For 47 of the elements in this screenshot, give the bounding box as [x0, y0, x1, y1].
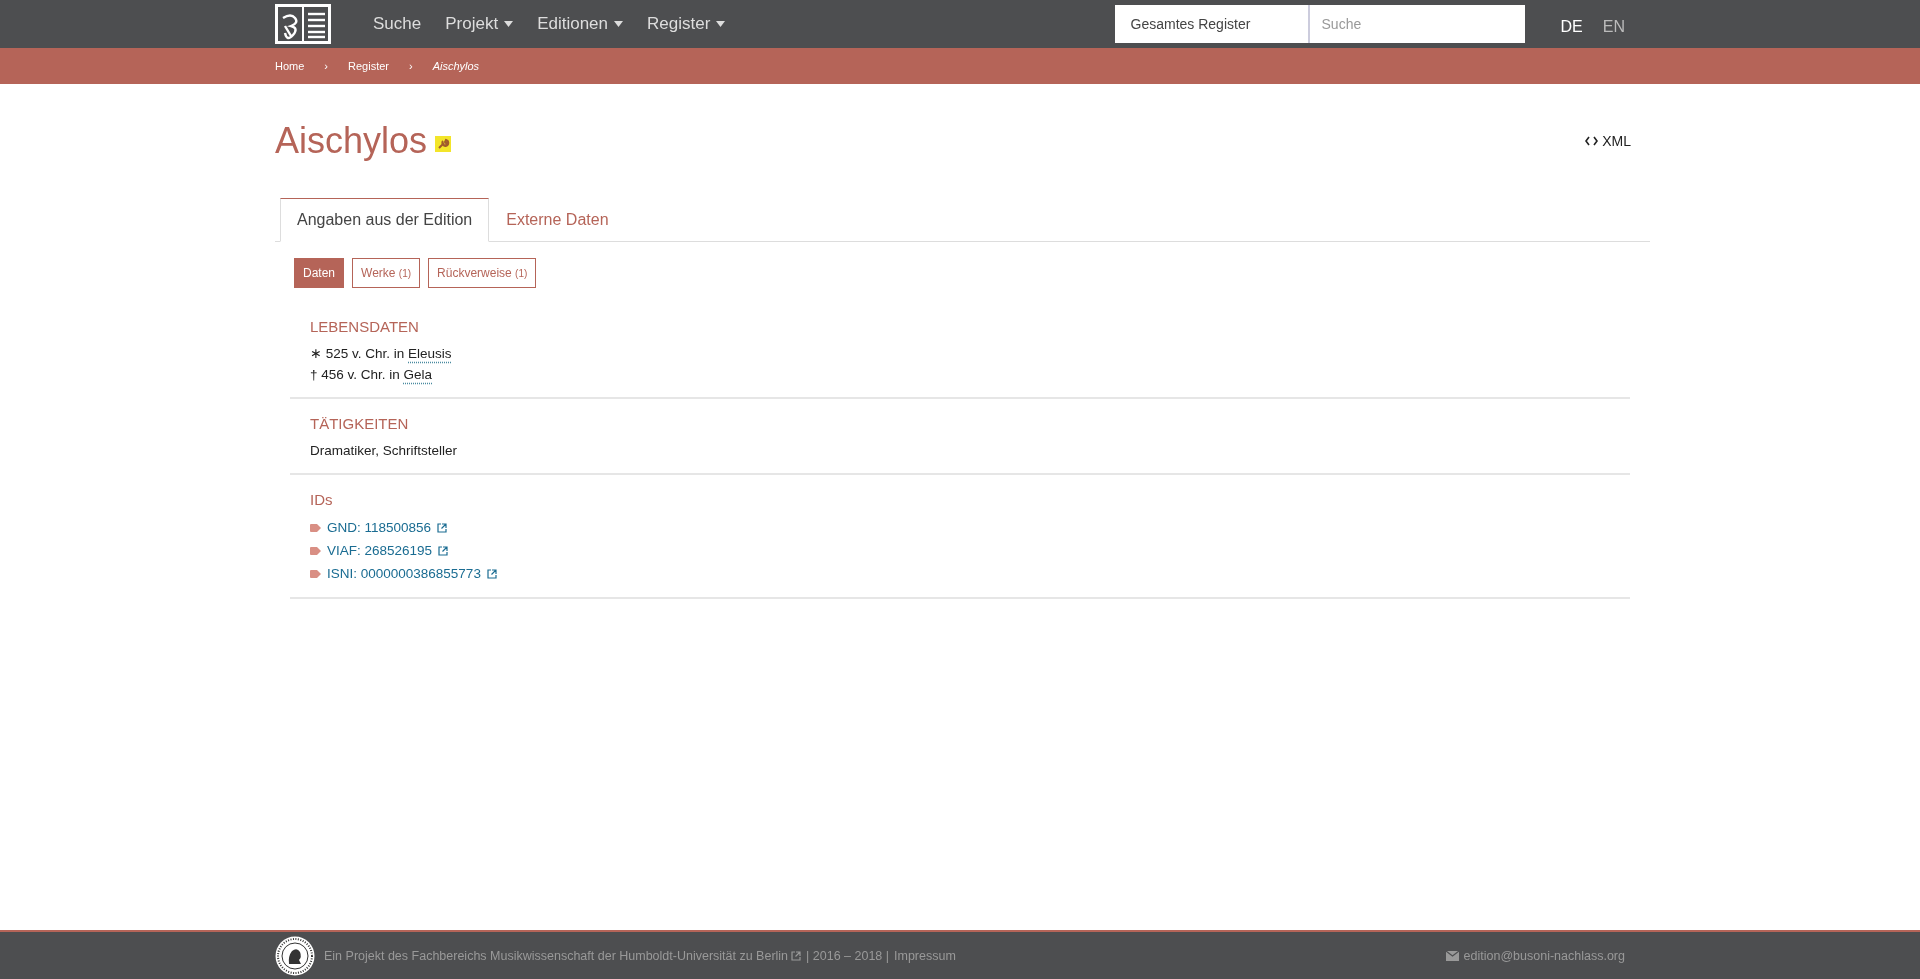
external-link-icon [437, 522, 448, 533]
scope-select[interactable]: Gesamtes Register [1114, 5, 1310, 43]
page-title: Aischylos [275, 120, 428, 162]
tab[interactable]: Angaben aus der Edition [280, 198, 490, 242]
life-date: ∗ 525 v. Chr. in Eleusis [310, 345, 453, 363]
external-link-icon [486, 568, 497, 579]
nav-link[interactable]: Projekt [433, 14, 526, 34]
language-link[interactable]: DE [1560, 18, 1583, 36]
footer-years: | 2016 – 2018 | [806, 948, 890, 963]
breadcrumb-item[interactable]: Register [348, 60, 389, 72]
filter-button[interactable]: Werke (1) [352, 258, 421, 288]
section-heading: IDs [310, 491, 334, 508]
tag-icon [310, 523, 321, 532]
tag-icon [310, 546, 321, 555]
section-heading: TÄTIGKEITEN [310, 415, 410, 432]
life-date: † 456 v. Chr. in Gela [310, 366, 434, 384]
filter-button[interactable]: Rückverweise (1) [428, 258, 537, 288]
authority-id-link[interactable]: ISNI: 0000000386855773 [327, 562, 481, 585]
caret-icon [614, 21, 623, 27]
place-link[interactable]: Gela [403, 367, 433, 382]
caret-icon [504, 21, 514, 27]
search-field[interactable]: Suche [1309, 5, 1525, 43]
envelope-icon [1445, 950, 1459, 961]
xml-link[interactable]: XML [1585, 133, 1631, 149]
tab[interactable]: Externe Daten [489, 198, 626, 242]
university-seal-icon [275, 935, 315, 976]
tag-icon [310, 569, 321, 578]
place-link[interactable]: Eleusis [408, 346, 452, 361]
nav-link[interactable]: Register [635, 14, 738, 34]
breadcrumb-item[interactable]: Home [275, 60, 305, 72]
language-link[interactable]: EN [1602, 18, 1625, 36]
external-link-icon [438, 545, 449, 556]
code-icon [1585, 136, 1599, 146]
logo[interactable] [275, 4, 331, 44]
caret-icon [716, 21, 726, 27]
authority-id-link[interactable]: GND: 118500856 [327, 516, 432, 539]
nav-link[interactable]: Suche [361, 14, 434, 34]
nav-link[interactable]: Editionen [525, 14, 635, 34]
occupation-text: Dramatiker, Schriftsteller [310, 442, 459, 460]
wrench-icon[interactable] [435, 136, 452, 152]
breadcrumb-separator: › [409, 60, 413, 72]
breadcrumb-item: Aischylos [432, 60, 480, 72]
external-link-icon [791, 950, 802, 961]
filter-button[interactable]: Daten [294, 258, 345, 288]
section-heading: LEBENSDATEN [310, 318, 420, 335]
authority-id-link[interactable]: VIAF: 268526195 [327, 539, 433, 562]
breadcrumb-separator: › [324, 60, 328, 72]
